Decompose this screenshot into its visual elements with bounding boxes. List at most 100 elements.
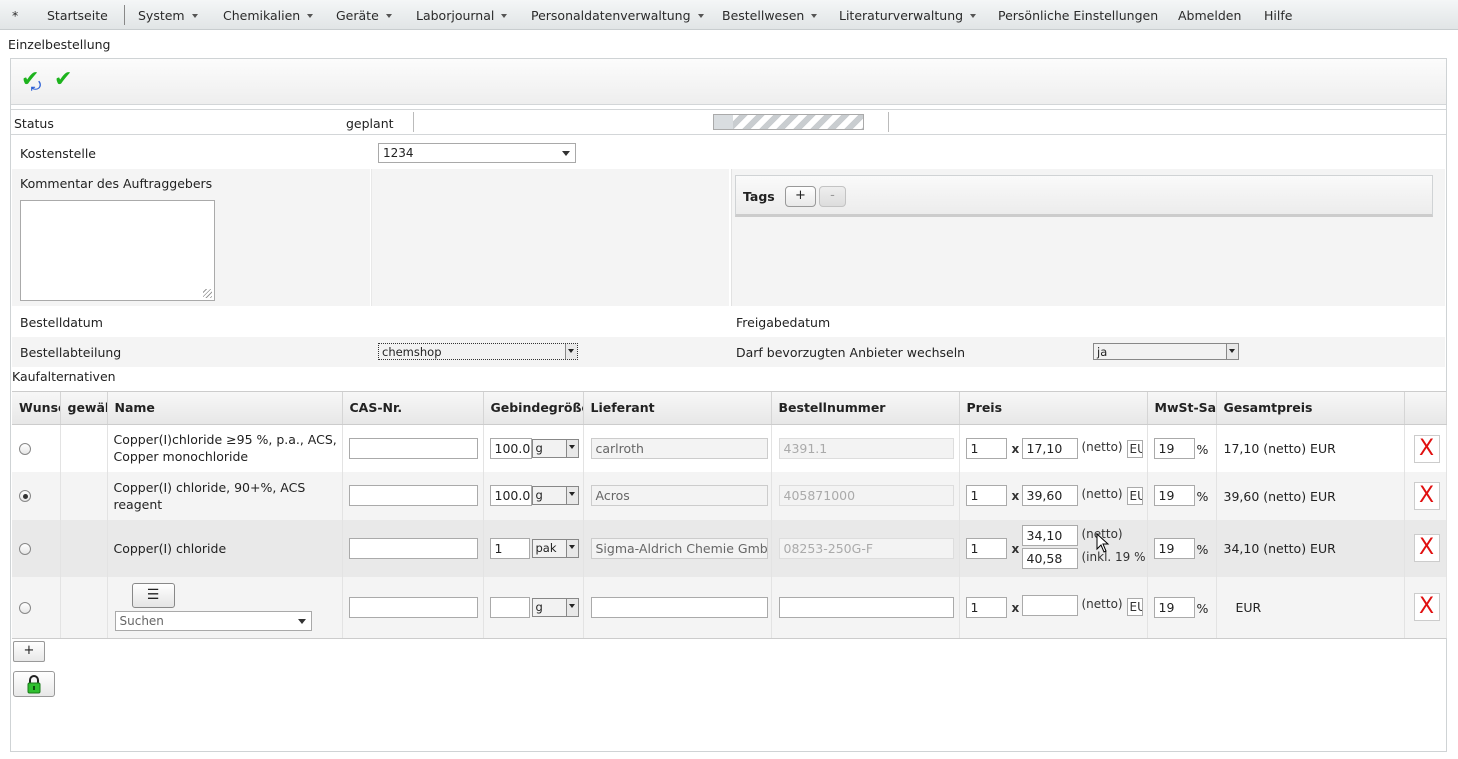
supplier-input[interactable]: carlroth bbox=[590, 437, 768, 459]
menu-bestellwesen[interactable]: Bestellwesen bbox=[722, 8, 818, 23]
price-input[interactable] bbox=[1021, 595, 1078, 616]
tag-add-button[interactable]: + bbox=[785, 186, 816, 207]
anbieter-select[interactable]: ja bbox=[1093, 343, 1239, 360]
order-number-input[interactable]: 405871000 bbox=[778, 485, 954, 506]
supplier-input[interactable] bbox=[590, 597, 768, 618]
vat-input[interactable]: 19 bbox=[1153, 538, 1195, 559]
kostenstelle-select[interactable]: 1234 bbox=[378, 143, 576, 163]
unit-select[interactable]: g bbox=[531, 438, 579, 458]
bestellabteilung-value: chemshop bbox=[382, 345, 442, 359]
name-search-combobox[interactable]: Suchen bbox=[114, 611, 312, 631]
order-number-input[interactable]: 08253-250G-F bbox=[778, 538, 954, 559]
price-gross-input[interactable]: 40,58 bbox=[1021, 548, 1078, 569]
price-input[interactable]: 39,60 bbox=[1021, 485, 1078, 506]
bestellnummer-cell: 405871000 bbox=[771, 472, 960, 520]
wunsch-cell bbox=[12, 577, 61, 638]
quantity-input[interactable]: 1 bbox=[965, 437, 1007, 459]
quantity-input[interactable]: 1 bbox=[965, 597, 1007, 618]
menu-laborjournal[interactable]: Laborjournal bbox=[416, 8, 508, 23]
currency-select[interactable]: EU bbox=[1126, 439, 1143, 458]
supplier-input[interactable]: Sigma-Aldrich Chemie GmbH bbox=[590, 538, 768, 559]
vat-input[interactable]: 19 bbox=[1153, 597, 1195, 618]
menu-label: Laborjournal bbox=[416, 8, 495, 23]
chevron-down-icon bbox=[191, 14, 198, 18]
tag-remove-button[interactable]: - bbox=[819, 186, 846, 207]
wunsch-radio[interactable] bbox=[19, 602, 31, 614]
kaufalternativen-label: Kaufalternativen bbox=[12, 369, 116, 384]
unit-select[interactable]: g bbox=[531, 598, 579, 617]
bestellabteilung-select[interactable]: chemshop bbox=[378, 343, 578, 360]
cas-input[interactable] bbox=[348, 485, 478, 506]
save-and-continue-icon[interactable]: ✔ ⤾ bbox=[21, 69, 41, 94]
menu-label: Startseite bbox=[47, 8, 108, 23]
kommentar-textarea[interactable] bbox=[20, 200, 215, 301]
vat-input[interactable]: 19 bbox=[1153, 437, 1195, 459]
menu-system[interactable]: System bbox=[138, 8, 198, 23]
column-header[interactable]: Name bbox=[107, 392, 343, 425]
cas-input[interactable] bbox=[348, 597, 478, 618]
preis-cell: 1 x 39,60 (netto) EU bbox=[959, 472, 1148, 520]
column-header[interactable]: Gesamtpreis bbox=[1216, 392, 1405, 425]
price-net-input[interactable]: 34,10 bbox=[1021, 525, 1078, 546]
column-header[interactable]: Preis bbox=[959, 392, 1148, 425]
order-number-input[interactable]: 4391.1 bbox=[778, 437, 954, 459]
name-cell: Copper(I) chloride, 90+%, ACS reagent bbox=[107, 472, 343, 520]
menu-personaldaten[interactable]: Personaldatenverwaltung bbox=[531, 8, 704, 23]
menu-geraete[interactable]: Geräte bbox=[336, 8, 392, 23]
add-alternative-button[interactable]: + bbox=[13, 641, 45, 662]
unit-select[interactable]: pak bbox=[531, 539, 579, 558]
percent-sign: % bbox=[1196, 601, 1209, 616]
menu-chemikalien[interactable]: Chemikalien bbox=[223, 8, 314, 23]
column-header[interactable]: CAS-Nr. bbox=[342, 392, 484, 425]
gebinde-cell: 100.0 g bbox=[483, 424, 584, 472]
list-detail-icon[interactable]: ☰ bbox=[131, 583, 175, 608]
amount-input[interactable]: 100.0 bbox=[489, 437, 532, 459]
unit-select[interactable]: g bbox=[531, 486, 579, 505]
menu-persoenliche-einstellungen[interactable]: Persönliche Einstellungen bbox=[998, 8, 1158, 23]
menu-startseite[interactable]: Startseite bbox=[47, 8, 108, 23]
lock-button[interactable] bbox=[13, 671, 55, 697]
menu-hilfe[interactable]: Hilfe bbox=[1264, 8, 1292, 23]
wunsch-radio[interactable] bbox=[19, 490, 31, 502]
amount-input[interactable]: 1 bbox=[489, 538, 530, 559]
vat-input[interactable]: 19 bbox=[1153, 485, 1195, 506]
column-header[interactable]: gewählt bbox=[60, 392, 108, 425]
mwst-cell: 19% bbox=[1147, 472, 1217, 520]
menu-label: Personaldatenverwaltung bbox=[531, 8, 691, 23]
quantity-input[interactable]: 1 bbox=[965, 538, 1007, 559]
chevron-down-icon bbox=[297, 619, 306, 624]
delete-row-icon[interactable]: X bbox=[1413, 434, 1440, 463]
amount-input[interactable]: 100.0 bbox=[489, 485, 532, 506]
times-sign: x bbox=[1011, 601, 1020, 615]
cas-input[interactable] bbox=[348, 538, 478, 559]
chevron-down-icon bbox=[1226, 344, 1238, 359]
price-input[interactable]: 17,10 bbox=[1021, 437, 1078, 459]
resize-grip-icon[interactable] bbox=[203, 289, 212, 298]
delete-row-icon[interactable]: X bbox=[1413, 534, 1440, 562]
quantity-input[interactable]: 1 bbox=[965, 485, 1007, 506]
order-number-input[interactable] bbox=[778, 597, 954, 618]
column-header[interactable]: Wunsch bbox=[12, 392, 61, 425]
menu-label: Persönliche Einstellungen bbox=[998, 8, 1159, 23]
status-divider bbox=[888, 112, 889, 132]
delete-row-icon[interactable]: X bbox=[1413, 593, 1440, 621]
wunsch-radio[interactable] bbox=[19, 543, 31, 555]
menu-abmelden[interactable]: Abmelden bbox=[1178, 8, 1241, 23]
amount-input[interactable] bbox=[489, 597, 530, 618]
save-checkmark-icon[interactable]: ✔ bbox=[54, 69, 72, 91]
chemical-name: Copper(I) chloride bbox=[113, 541, 227, 556]
chevron-down-icon bbox=[565, 487, 578, 504]
column-header[interactable]: Gebindegröße bbox=[483, 392, 584, 425]
table-row: Copper(I) chloride 1 pak Sigma-Aldrich Ch… bbox=[12, 520, 1447, 577]
column-header[interactable]: MwSt-Satz bbox=[1147, 392, 1217, 425]
menu-star[interactable]: * bbox=[12, 8, 18, 23]
currency-select[interactable]: EU bbox=[1126, 598, 1143, 616]
supplier-input[interactable]: Acros bbox=[590, 485, 768, 506]
column-header[interactable]: Bestellnummer bbox=[771, 392, 960, 425]
currency-select[interactable]: EU bbox=[1126, 487, 1143, 505]
wunsch-radio[interactable] bbox=[19, 442, 31, 455]
column-header[interactable]: Lieferant bbox=[583, 392, 772, 425]
menu-literaturverwaltung[interactable]: Literaturverwaltung bbox=[839, 8, 977, 23]
cas-input[interactable] bbox=[348, 437, 478, 459]
delete-row-icon[interactable]: X bbox=[1413, 482, 1440, 510]
